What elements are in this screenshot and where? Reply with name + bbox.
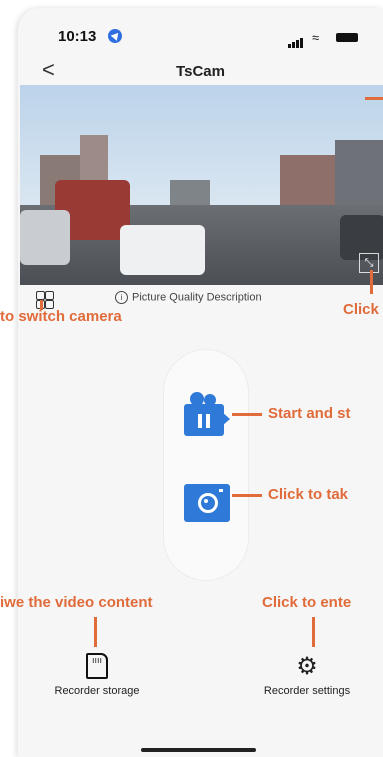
video-building — [335, 140, 383, 210]
battery-icon — [336, 33, 358, 42]
annotation-expand: Click — [343, 301, 379, 318]
fullscreen-icon[interactable]: ⤡ — [359, 253, 379, 273]
camera-icon — [198, 493, 218, 513]
recorder-storage-label: Recorder storage — [54, 685, 140, 697]
annotation-switch-camera: to switch camera — [0, 308, 122, 325]
pause-icon — [198, 414, 210, 428]
picture-quality-link[interactable]: i Picture Quality Description — [115, 291, 262, 304]
sd-card-icon — [86, 653, 108, 679]
phone-screen: 10:13 ≈ < TsCam ⤡ i Picture Quality Descr… — [18, 8, 383, 757]
video-car — [120, 225, 205, 275]
status-time: 10:13 — [58, 28, 97, 45]
annotation-line — [312, 617, 315, 647]
video-building — [280, 155, 335, 210]
control-panel — [164, 350, 248, 580]
picture-quality-label: Picture Quality Description — [132, 291, 262, 304]
annotation-line — [365, 97, 383, 100]
home-indicator — [141, 748, 256, 752]
annotation-video-content: iwe the video content — [0, 594, 153, 611]
signal-icon — [288, 30, 304, 48]
annotation-line — [232, 413, 262, 416]
annotation-settings: Click to ente — [262, 594, 352, 611]
video-car — [20, 210, 70, 265]
annotation-line — [94, 617, 97, 647]
annotation-record: Start and st — [268, 405, 351, 422]
page-title: TsCam — [176, 63, 225, 80]
wifi-icon: ≈ — [312, 30, 320, 45]
location-icon — [108, 29, 122, 43]
recorder-storage-button[interactable]: Recorder storage — [42, 653, 152, 697]
recorder-settings-label: Recorder settings — [263, 685, 351, 697]
annotation-photo: Click to tak — [268, 486, 349, 503]
switch-camera-icon[interactable] — [36, 291, 54, 309]
gear-icon: ⚙ — [296, 653, 318, 680]
annotation-line — [370, 270, 373, 294]
photo-button[interactable] — [184, 484, 230, 522]
annotation-line — [232, 494, 262, 497]
record-button[interactable] — [184, 392, 230, 438]
recorder-settings-button[interactable]: ⚙ Recorder settings — [252, 653, 362, 697]
video-preview[interactable]: ⤡ — [20, 85, 383, 285]
info-icon: i — [115, 291, 128, 304]
